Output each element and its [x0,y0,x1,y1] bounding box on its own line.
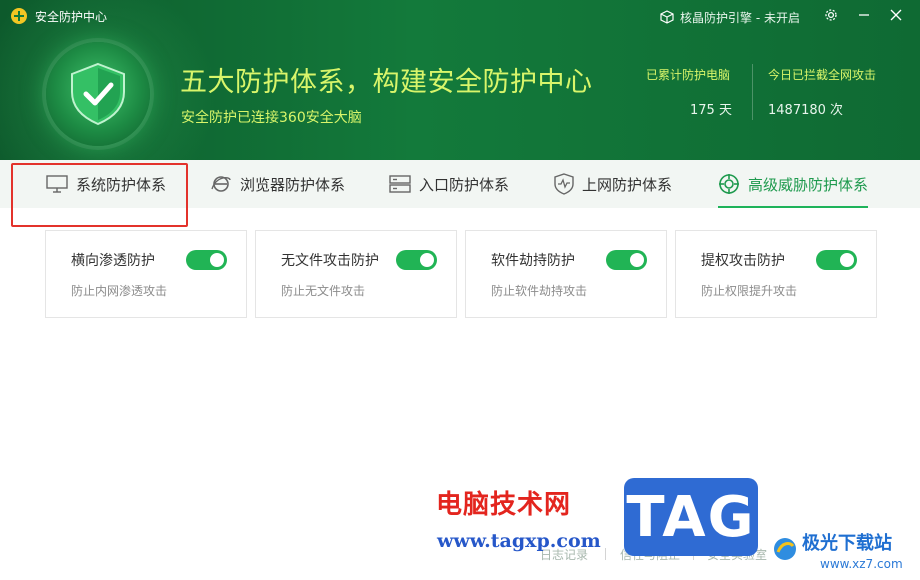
watermark-brand-url: www.xz7.com [820,557,903,571]
header-banner: 安全防护中心 核晶防护引擎 - 未开启 五大防护体系，构建安全防护中心 安全防护… [0,0,920,160]
shield-check-icon [71,62,125,126]
toggle-knob [210,253,224,267]
toggle-switch[interactable] [816,250,857,270]
annotation-highlight-box [11,163,188,227]
watermark-tag-logo: TAG [624,478,758,556]
stat-label: 今日已拦截全网攻击 [768,68,877,82]
cube-icon [660,10,674,24]
watermark-site-url: www.tagxp.com [437,530,601,552]
watermark-brand: 极光下载站 [802,533,892,554]
card-description: 防止权限提升攻击 [701,284,798,298]
stat-protected-days: 已累计防护电脑 175 天 [646,66,732,118]
tab-label: 上网防护体系 [582,175,673,194]
tab-label: 高级威胁防护体系 [748,175,869,194]
card-lateral-movement-protection: 横向渗透防护 防止内网渗透攻击 [45,230,247,318]
card-title: 无文件攻击防护 [281,253,379,269]
toggle-knob [630,253,644,267]
toggle-knob [840,253,854,267]
tab-label: 入口防护体系 [419,175,510,194]
gear-icon[interactable] [822,6,840,24]
target-icon [719,174,739,194]
hero-subtitle: 安全防护已连接360安全大脑 [181,110,362,126]
engine-status-text: 核晶防护引擎 - 未开启 [680,10,800,25]
stat-label: 已累计防护电脑 [646,68,731,82]
shield-pulse-icon [554,173,574,195]
toggle-switch[interactable] [396,250,437,270]
card-title: 横向渗透防护 [71,253,155,269]
server-icon [389,175,411,193]
close-icon[interactable] [887,6,905,24]
tab-advanced-threat-protection[interactable]: 高级威胁防护体系 [718,160,869,208]
stat-value: 1487180 次 [768,103,844,118]
card-description: 防止内网渗透攻击 [71,284,168,298]
shield-emblem [46,42,150,146]
card-privilege-escalation-protection: 提权攻击防护 防止权限提升攻击 [675,230,877,318]
stat-divider [752,64,753,120]
card-fileless-attack-protection: 无文件攻击防护 防止无文件攻击 [255,230,457,318]
card-title: 提权攻击防护 [701,253,785,269]
tab-entry-protection[interactable]: 入口防护体系 [389,160,509,208]
toggle-switch[interactable] [186,250,227,270]
minimize-icon[interactable] [855,6,873,24]
app-logo-icon [11,8,27,24]
window-title: 安全防护中心 [35,10,108,24]
card-software-hijack-protection: 软件劫持防护 防止软件劫持攻击 [465,230,667,318]
watermark-site-name: 电脑技术网 [436,490,572,520]
tab-internet-protection[interactable]: 上网防护体系 [554,160,672,208]
tab-label: 浏览器防护体系 [240,175,346,194]
card-description: 防止软件劫持攻击 [491,284,588,298]
toggle-knob [420,253,434,267]
stat-value: 175 天 [690,103,732,118]
footer-divider [605,548,606,560]
toggle-switch[interactable] [606,250,647,270]
stat-blocked-attacks: 今日已拦截全网攻击 1487180 次 [768,66,876,118]
card-title: 软件劫持防护 [491,253,575,269]
tab-browser-protection[interactable]: 浏览器防护体系 [210,160,345,208]
hero-title: 五大防护体系，构建安全防护中心 [180,67,593,98]
aurora-logo-icon [774,538,796,560]
card-description: 防止无文件攻击 [281,284,366,298]
browser-icon [211,176,231,192]
core-engine-status[interactable]: 核晶防护引擎 - 未开启 [660,8,800,26]
